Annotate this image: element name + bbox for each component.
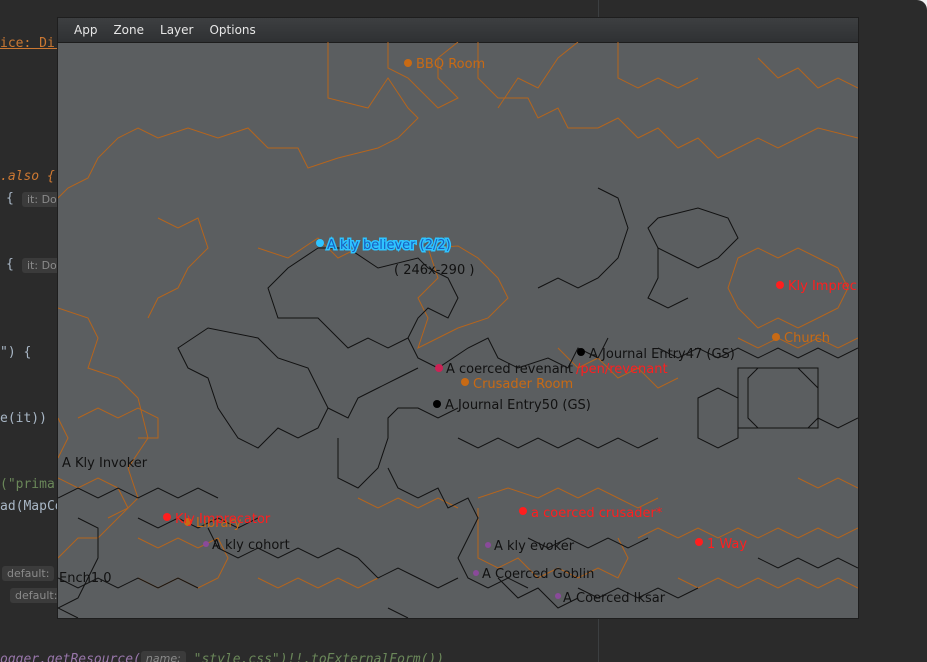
label-imprecator: Kly Imprecator bbox=[175, 512, 271, 527]
param-hint: name: bbox=[140, 651, 186, 662]
label-ench: Ench1.0 bbox=[59, 571, 112, 586]
marker-evoker[interactable] bbox=[485, 542, 491, 548]
code-line: ice: Dir bbox=[0, 36, 63, 51]
param-hint: default: bbox=[2, 566, 55, 581]
param-hint: default: bbox=[10, 588, 63, 603]
marker-bbq[interactable] bbox=[404, 59, 412, 67]
menu-zone[interactable]: Zone bbox=[105, 18, 152, 42]
label-invoker: A Kly Invoker bbox=[62, 456, 148, 471]
code-line: ogger.getResource(name: "style.css")!!.t… bbox=[0, 651, 444, 662]
marker-cohort[interactable] bbox=[203, 541, 209, 547]
marker-kly-imprec[interactable] bbox=[776, 281, 784, 289]
label-way: 1 Way bbox=[707, 537, 747, 552]
label-journal47: A Journal Entry47 (GS) bbox=[589, 347, 735, 362]
label-evoker: A kly evoker bbox=[494, 539, 575, 554]
map-canvas[interactable]: BBQ Room A kly believer (2/2) ( 246x-290… bbox=[58, 42, 858, 618]
code-line: ") { bbox=[0, 345, 32, 360]
marker-imprecator[interactable] bbox=[163, 513, 171, 521]
label-cohort: A kly cohort bbox=[212, 538, 290, 553]
marker-journal50[interactable] bbox=[433, 400, 441, 408]
marker-selected[interactable] bbox=[316, 239, 324, 247]
label-journal50: A Journal Entry50 (GS) bbox=[445, 398, 591, 413]
menu-bar: App Zone Layer Options bbox=[58, 18, 858, 43]
marker-crusader[interactable] bbox=[519, 507, 527, 515]
orange-walls bbox=[58, 42, 858, 589]
map-window: App Zone Layer Options BBQ Room A kly be… bbox=[58, 18, 858, 618]
code-line: { bbox=[6, 191, 14, 206]
marker-way[interactable] bbox=[695, 538, 703, 546]
label-revenant: A coerced revenant bbox=[446, 362, 573, 377]
map-labels: BBQ Room A kly believer (2/2) ( 246x-290… bbox=[59, 57, 857, 606]
label-kly-imprec: Kly Imprec bbox=[788, 279, 857, 294]
label-coords: ( 246x-290 ) bbox=[394, 263, 474, 278]
marker-church[interactable] bbox=[772, 333, 780, 341]
marker-goblin[interactable] bbox=[473, 570, 479, 576]
label-selected: A kly believer (2/2) bbox=[327, 238, 451, 253]
marker-iksar[interactable] bbox=[555, 593, 561, 599]
code-line: e(it)) bbox=[0, 411, 47, 426]
code-line: ad(MapCo bbox=[0, 499, 63, 514]
code-line: { bbox=[6, 257, 14, 272]
menu-layer[interactable]: Layer bbox=[152, 18, 201, 42]
code-line: .also { bbox=[0, 169, 55, 184]
label-revenant-path: /pen/revenant bbox=[576, 362, 668, 377]
code-line: ("primar bbox=[0, 477, 63, 492]
marker-journal47[interactable] bbox=[577, 348, 585, 356]
label-crusader: a coerced crusader* bbox=[531, 506, 663, 521]
label-iksar: A Coerced Iksar bbox=[563, 591, 666, 606]
param-hint: it: Do bbox=[22, 192, 62, 207]
label-bbq: BBQ Room bbox=[416, 57, 485, 72]
param-hint: it: Do bbox=[22, 258, 62, 273]
label-goblin: A Coerced Goblin bbox=[482, 567, 594, 582]
menu-options[interactable]: Options bbox=[201, 18, 263, 42]
label-crusader-room: Crusader Room bbox=[473, 377, 573, 392]
marker-revenant[interactable] bbox=[435, 364, 443, 372]
marker-crusader-room[interactable] bbox=[461, 378, 469, 386]
menu-app[interactable]: App bbox=[66, 18, 105, 42]
label-church: Church bbox=[784, 331, 830, 346]
